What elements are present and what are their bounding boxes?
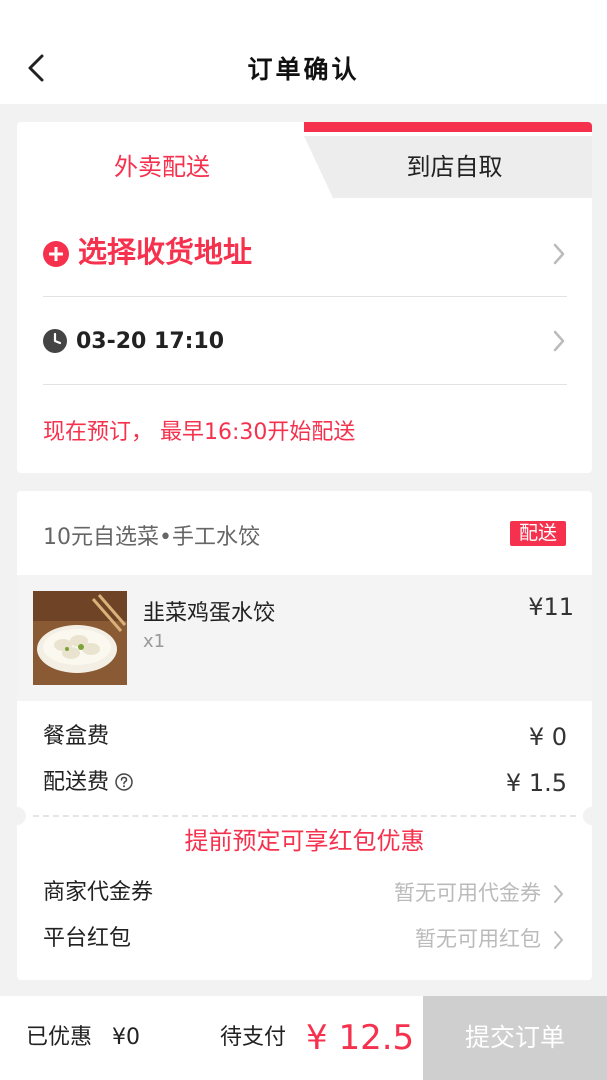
address-label: 选择收货地址 xyxy=(78,235,253,269)
submit-order-button[interactable]: 提交订单 xyxy=(423,996,607,1080)
tab-delivery[interactable]: 外卖配送 xyxy=(17,136,307,198)
delivery-fee-row: 配送费 ¥ 1.5 xyxy=(43,763,567,803)
dumplings-image xyxy=(33,591,127,685)
chevron-right-icon xyxy=(554,931,563,949)
discount-value: ¥0 xyxy=(112,1025,140,1050)
chevron-right-icon xyxy=(553,243,565,265)
item-price: ¥11 xyxy=(528,593,574,621)
page-title: 订单确认 xyxy=(247,55,360,84)
select-address-row[interactable]: 选择收货地址 xyxy=(43,212,567,296)
promo-text: 提前预定可享红包优惠 xyxy=(184,827,425,855)
divider xyxy=(43,384,567,385)
delivery-time-row[interactable]: 03-20 17:10 xyxy=(43,298,567,384)
merchant-voucher-row[interactable]: 商家代金券 暂无可用代金券 xyxy=(43,871,567,915)
packaging-fee-row: 餐盒费 ¥ 0 xyxy=(43,717,567,757)
option-label: 商家代金券 xyxy=(43,880,154,905)
clock-icon xyxy=(43,329,67,353)
fee-label: 餐盒费 xyxy=(43,724,110,749)
food-thumbnail xyxy=(33,591,127,685)
tab-pickup[interactable]: 到店自取 xyxy=(317,136,592,198)
delivery-card: 外卖配送 到店自取 选择收货地址 03-20 17:10 现在预订， 最早16:… xyxy=(17,122,592,473)
amount-due-label: 待支付 xyxy=(220,1025,287,1050)
chevron-right-icon xyxy=(554,885,563,903)
header-bar: 订单确认 xyxy=(0,0,607,104)
add-circle-icon xyxy=(43,241,69,267)
platform-redpacket-row[interactable]: 平台红包 暂无可用红包 xyxy=(43,917,567,961)
discount-label: 已优惠 xyxy=(26,1025,93,1050)
chevron-right-icon xyxy=(553,330,565,352)
fee-label: 配送费 xyxy=(43,770,110,795)
shop-name: 10元自选菜•手工水饺 xyxy=(43,525,260,550)
fee-value: ¥ 1.5 xyxy=(505,769,567,797)
amount-due-value: ¥ 12.5 xyxy=(306,1018,415,1058)
option-value: 暂无可用代金券 xyxy=(394,881,541,905)
preorder-note: 现在预订， 最早16:30开始配送 xyxy=(43,420,356,445)
delivery-badge: 配送 xyxy=(510,521,566,546)
fee-label-wrap: 配送费 xyxy=(43,763,133,803)
list-item: 韭菜鸡蛋水饺 x1 ¥11 xyxy=(17,575,592,701)
item-quantity: x1 xyxy=(143,631,166,652)
dashed-divider xyxy=(33,815,576,817)
fee-value: ¥ 0 xyxy=(528,723,567,751)
option-value: 暂无可用红包 xyxy=(415,927,541,951)
option-label: 平台红包 xyxy=(43,926,132,951)
item-name: 韭菜鸡蛋水饺 xyxy=(143,601,276,626)
delivery-time: 03-20 17:10 xyxy=(76,329,225,354)
checkout-bar: 已优惠 ¥0 待支付 ¥ 12.5 提交订单 xyxy=(0,996,607,1080)
help-icon[interactable] xyxy=(115,773,133,791)
order-card: 10元自选菜•手工水饺 配送 韭菜鸡蛋水饺 x1 ¥11 餐盒费 ¥ 0 配送费… xyxy=(17,491,592,980)
divider xyxy=(43,296,567,297)
